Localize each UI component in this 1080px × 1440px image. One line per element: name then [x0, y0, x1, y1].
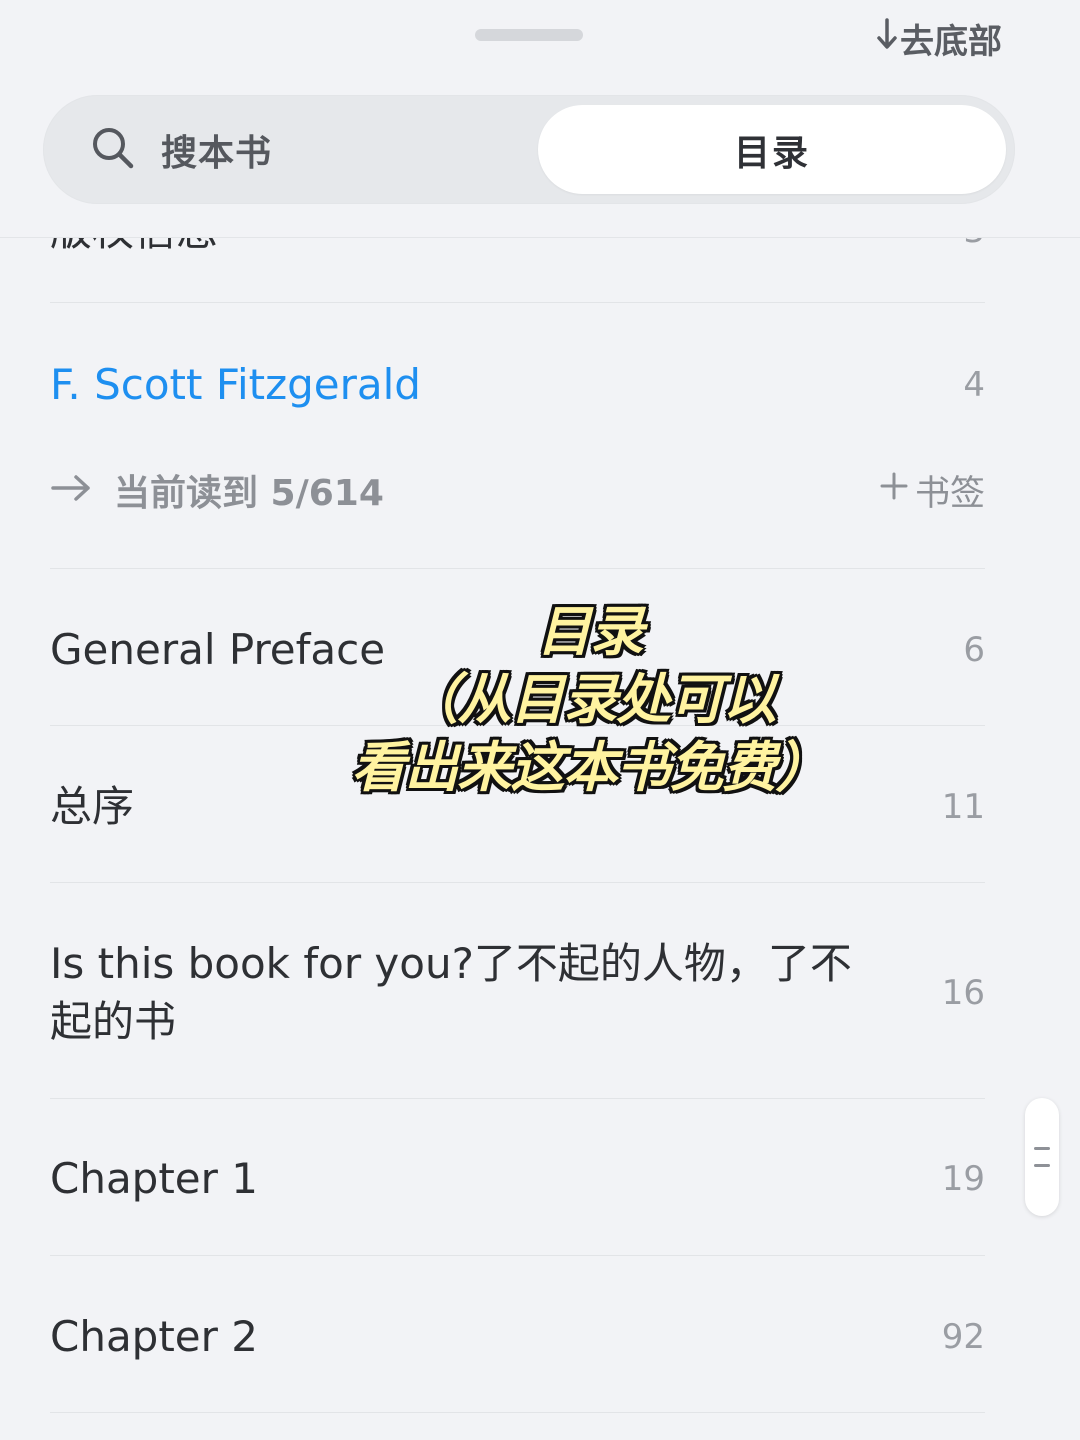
toc-item-page: 6	[963, 630, 985, 670]
reading-progress-text: 当前读到 5/614	[114, 473, 384, 514]
search-book-tab[interactable]: 搜本书	[91, 95, 272, 204]
list-divider	[50, 725, 985, 726]
sheet-drag-handle[interactable]	[475, 29, 583, 41]
list-divider	[50, 1098, 985, 1099]
toc-item-page: 19	[941, 1159, 985, 1199]
arrow-right-icon	[50, 473, 92, 507]
go-to-bottom-button[interactable]: 去底部	[876, 14, 1002, 62]
list-divider	[50, 568, 985, 569]
toc-item-title: F. Scott Fitzgerald	[50, 360, 421, 409]
toc-item-title: Chapter 2	[50, 1312, 258, 1361]
list-divider	[50, 1255, 985, 1256]
reading-progress[interactable]: 当前读到 5/614	[50, 464, 384, 516]
search-book-label: 搜本书	[161, 132, 273, 174]
add-bookmark-button[interactable]: 书签	[879, 465, 985, 516]
add-bookmark-label: 书签	[914, 473, 985, 514]
go-to-bottom-label: 去底部	[900, 21, 1002, 62]
list-divider	[50, 302, 985, 303]
toc-item-page: 4	[963, 365, 985, 405]
plus-icon	[879, 470, 909, 510]
table-of-contents-tab[interactable]: 目录	[538, 105, 1006, 194]
toc-item-title: 总序	[50, 782, 135, 831]
list-divider	[50, 882, 985, 883]
toc-item-page: 11	[941, 787, 985, 827]
toc-item-title: 版权信息	[50, 238, 218, 260]
toc-item-title: General Preface	[50, 625, 386, 674]
scroll-handle-icon[interactable]	[1025, 1098, 1059, 1216]
toc-item-page: 16	[941, 973, 985, 1013]
toc-item-title: Is this book for you?了不起的人物，了不起的书	[50, 939, 852, 1046]
reading-progress-row: 当前读到 5/614 书签	[50, 460, 985, 520]
toc-item-page: 3	[963, 238, 985, 251]
toc-item-title: Chapter 1	[50, 1154, 258, 1203]
arrow-down-icon	[876, 17, 898, 60]
segmented-control: 搜本书 目录	[43, 95, 1015, 204]
toc-item[interactable]: Chapter 1 19	[50, 1149, 985, 1209]
toc-item-current[interactable]: F. Scott Fitzgerald 4	[50, 355, 985, 415]
toc-item[interactable]: General Preface 6	[50, 620, 985, 680]
table-of-contents-label: 目录	[733, 132, 810, 174]
toc-list[interactable]: 版权信息 3 F. Scott Fitzgerald 4 当前读到 5/614 …	[0, 238, 1080, 1440]
search-icon	[91, 126, 135, 174]
toc-item-partial[interactable]: 版权信息 3	[50, 238, 985, 260]
list-divider	[50, 1412, 985, 1413]
toc-item[interactable]: Is this book for you?了不起的人物，了不起的书 16	[50, 935, 985, 1051]
toc-item-page: 92	[941, 1317, 985, 1357]
toc-item[interactable]: Chapter 2 92	[50, 1307, 985, 1367]
toc-item[interactable]: 总序 11	[50, 777, 985, 837]
